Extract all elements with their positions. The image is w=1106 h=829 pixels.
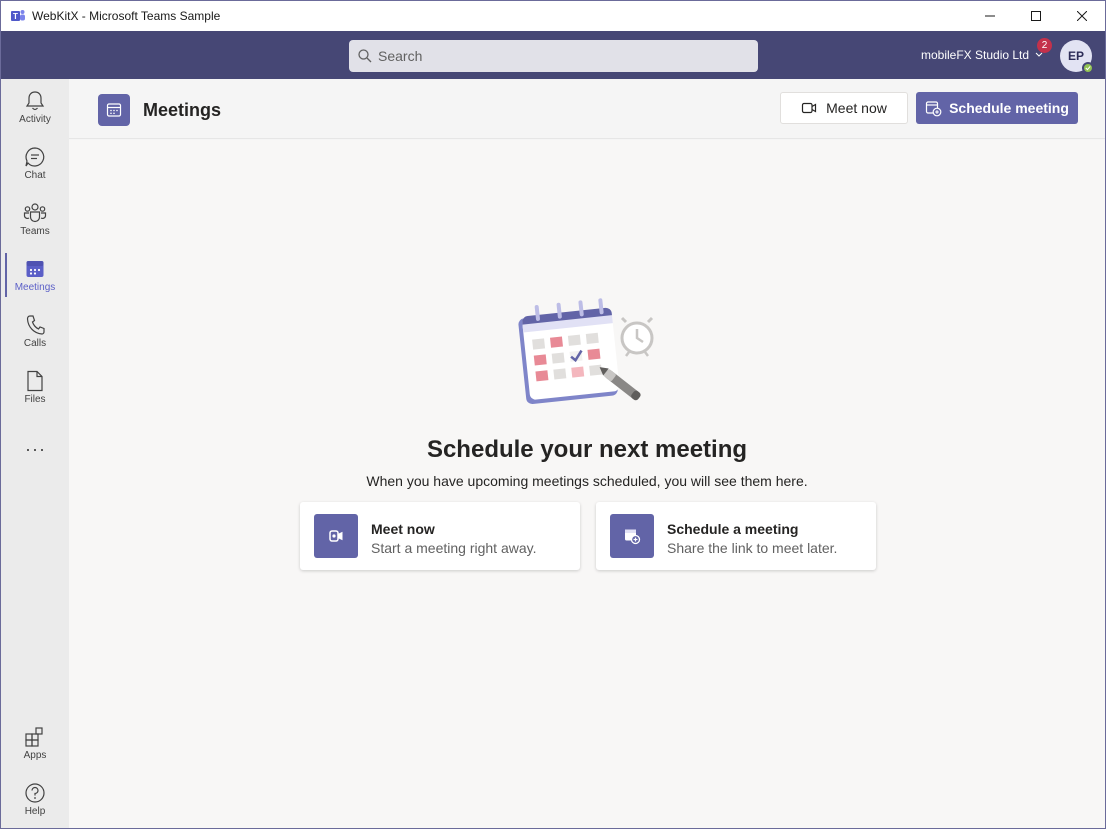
window-controls [967,1,1105,31]
page-title: Meetings [143,100,222,120]
meetings-page-icon [98,94,130,126]
calendar-add-icon [925,100,942,116]
avatar[interactable]: EP [1060,40,1094,74]
bell-icon [25,91,45,111]
close-icon [1077,11,1087,21]
rail-label: Teams [20,226,50,237]
more-apps-icon[interactable]: ··· [25,439,46,460]
schedule-meeting-label: Schedule meeting [949,100,1069,116]
card-description: Share the link to meet later. [667,540,838,556]
search-box[interactable] [349,40,758,72]
close-button[interactable] [1059,1,1105,31]
calendar-add-icon [610,514,654,558]
help-icon [25,783,45,803]
main-content: Schedule your next meeting When you have… [69,140,1105,828]
org-name: mobileFX Studio Ltd [921,48,1030,62]
meet-now-card[interactable]: Meet now Start a meeting right away. [300,502,580,570]
page-header: Meetings Meet now Schedule meeting [69,79,1105,139]
meet-now-button[interactable]: Meet now [780,92,908,124]
rail-item-activity[interactable]: Activity [1,79,69,135]
rail-label: Calls [23,338,47,349]
chat-icon [25,147,45,167]
rail-item-calls[interactable]: Calls [1,303,69,359]
schedule-meeting-button[interactable]: Schedule meeting [916,92,1078,124]
teams-logo-icon: T [11,10,25,21]
rail-item-meetings[interactable]: Meetings [1,247,69,303]
rail-label: Apps [23,750,47,761]
calendar-illustration [518,298,654,404]
apps-icon [25,727,43,747]
schedule-meeting-card[interactable]: Schedule a meeting Share the link to mee… [596,502,876,570]
rail-label: Files [24,394,46,405]
rail-item-teams[interactable]: Teams [1,191,69,247]
empty-state-subtext: When you have upcoming meetings schedule… [366,473,808,489]
video-icon [314,514,358,558]
video-icon [802,102,817,114]
rail-item-chat[interactable]: Chat [1,135,69,191]
phone-icon [26,315,45,335]
card-title: Schedule a meeting [667,521,799,537]
svg-text:T: T [13,12,18,21]
window-title: WebKitX - Microsoft Teams Sample [32,9,221,23]
rail-item-apps[interactable]: Apps [1,715,69,771]
rail-label: Activity [19,114,51,125]
search-icon [358,49,372,63]
file-icon [27,370,43,392]
minimize-icon [985,15,995,17]
card-title: Meet now [371,521,435,537]
app-window: T WebKitX - Microsoft Teams Sample mobil… [0,0,1106,829]
rail-label: Meetings [14,282,56,293]
chevron-down-icon [1035,52,1043,57]
teams-icon [23,203,47,223]
presence-available-icon [1082,62,1094,74]
calendar-icon [26,261,44,277]
empty-state-heading: Schedule your next meeting [426,436,748,463]
meet-now-label: Meet now [826,100,887,116]
avatar-initials: EP [1067,49,1084,63]
rail-item-help[interactable]: Help [1,771,69,827]
minimize-button[interactable] [967,1,1013,31]
title-bar: T WebKitX - Microsoft Teams Sample [1,1,1105,31]
org-switcher[interactable]: mobileFX Studio Ltd [921,48,1043,62]
rail-label: Help [24,806,46,817]
card-description: Start a meeting right away. [371,540,537,556]
rail-label: Chat [24,170,46,181]
app-header: mobileFX Studio Ltd 2 EP [1,31,1105,79]
app-rail: Activity Chat Teams Meetings Calls Files… [1,79,69,828]
rail-item-files[interactable]: Files [1,359,69,415]
maximize-icon [1031,11,1041,21]
maximize-button[interactable] [1013,1,1059,31]
notification-badge: 2 [1037,38,1052,53]
search-input[interactable] [378,48,738,64]
